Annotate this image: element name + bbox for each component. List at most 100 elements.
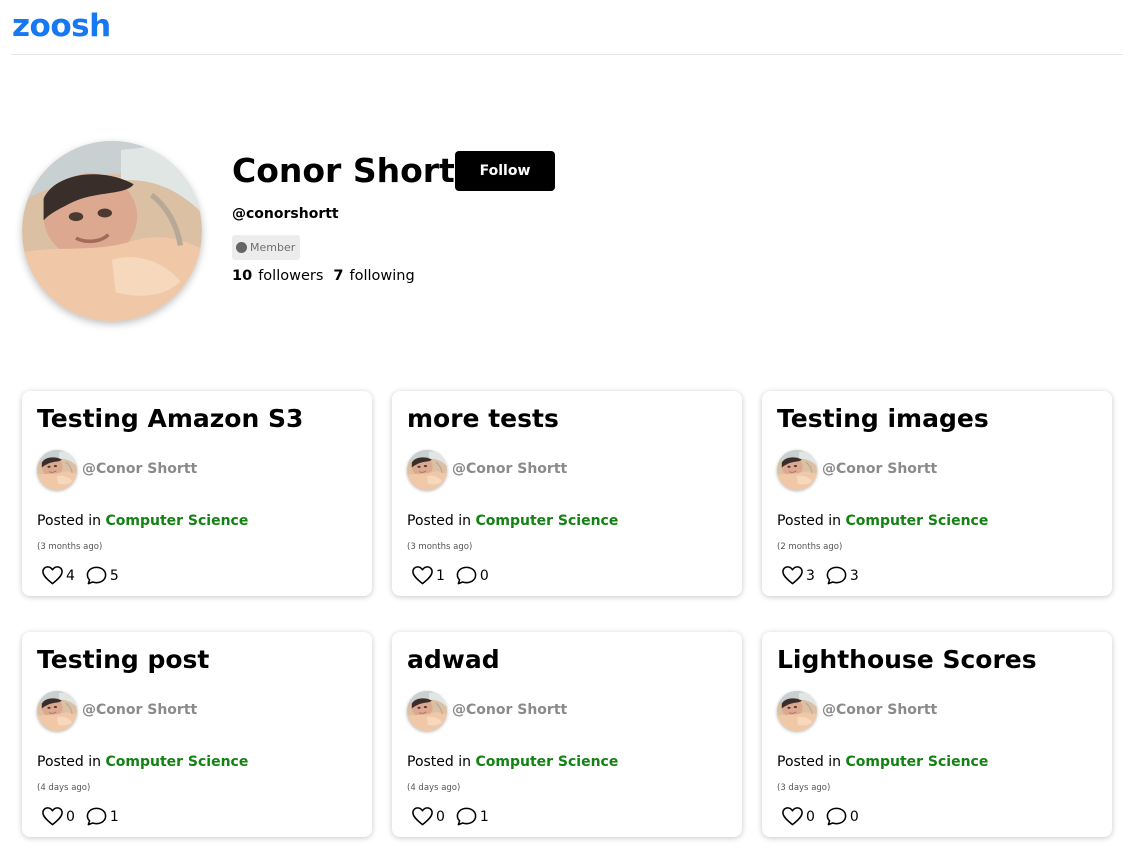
comment-count: 3 xyxy=(849,567,859,584)
post-author[interactable]: @Conor Shortt xyxy=(82,702,197,718)
top-header: zoosh xyxy=(11,0,1123,55)
zoosh-logo[interactable]: zoosh xyxy=(12,8,111,44)
like-button[interactable]: 1 xyxy=(411,564,445,587)
post-title[interactable]: adwad xyxy=(407,643,500,677)
post-card[interactable]: Lighthouse Scores @Conor Shortt Posted in … xyxy=(762,632,1112,837)
heart-icon xyxy=(781,564,804,587)
comment-bubble-icon xyxy=(825,805,848,828)
followers-count[interactable]: 10 xyxy=(232,268,252,284)
post-author[interactable]: @Conor Shortt xyxy=(822,461,937,477)
post-timestamp: (3 months ago) xyxy=(407,542,473,552)
like-count: 0 xyxy=(806,808,815,825)
like-button[interactable]: 0 xyxy=(411,805,445,828)
followers-label[interactable]: followers xyxy=(258,268,323,284)
post-timestamp: (2 months ago) xyxy=(777,542,843,552)
post-card[interactable]: Testing images @Conor Shortt Posted in Com… xyxy=(762,391,1112,596)
like-button[interactable]: 0 xyxy=(41,805,75,828)
post-actions: 33 xyxy=(781,564,859,587)
profile-avatar xyxy=(22,141,202,321)
profile-name: Conor Shortt xyxy=(232,151,471,190)
comment-button[interactable]: 1 xyxy=(455,805,489,828)
post-title[interactable]: Testing images xyxy=(777,402,989,436)
post-category-link[interactable]: Computer Science xyxy=(475,754,618,770)
following-count[interactable]: 7 xyxy=(333,268,343,284)
profile-handle: @conorshortt xyxy=(232,206,339,222)
post-category-line: Posted in Computer Science xyxy=(777,754,988,770)
post-card[interactable]: Testing Amazon S3 @Conor Shortt Posted in … xyxy=(22,391,372,596)
like-count: 3 xyxy=(806,567,815,584)
post-category-line: Posted in Computer Science xyxy=(37,513,248,529)
post-card[interactable]: more tests @Conor Shortt Posted in Compute… xyxy=(392,391,742,596)
comment-count: 0 xyxy=(479,567,489,584)
like-count: 0 xyxy=(66,808,75,825)
member-badge-label: Member xyxy=(250,241,296,254)
post-category-line: Posted in Computer Science xyxy=(37,754,248,770)
comment-button[interactable]: 0 xyxy=(825,805,859,828)
post-card[interactable]: Testing post @Conor Shortt Posted in Compu… xyxy=(22,632,372,837)
post-category-line: Posted in Computer Science xyxy=(777,513,988,529)
posted-in-label: Posted in xyxy=(37,513,102,529)
comment-bubble-icon xyxy=(85,805,108,828)
comment-bubble-icon xyxy=(825,564,848,587)
post-title[interactable]: more tests xyxy=(407,402,559,436)
comment-bubble-icon xyxy=(455,564,478,587)
dot-icon xyxy=(236,242,247,253)
posted-in-label: Posted in xyxy=(777,754,842,770)
comment-button[interactable]: 0 xyxy=(455,564,489,587)
comment-button[interactable]: 3 xyxy=(825,564,859,587)
posted-in-label: Posted in xyxy=(37,754,102,770)
post-category-link[interactable]: Computer Science xyxy=(845,513,988,529)
post-category-link[interactable]: Computer Science xyxy=(845,754,988,770)
post-actions: 45 xyxy=(41,564,119,587)
post-category-line: Posted in Computer Science xyxy=(407,513,618,529)
author-avatar[interactable] xyxy=(777,691,817,731)
post-title[interactable]: Testing post xyxy=(37,643,209,677)
post-category-link[interactable]: Computer Science xyxy=(105,754,248,770)
post-actions: 01 xyxy=(41,805,119,828)
post-timestamp: (4 days ago) xyxy=(37,783,91,793)
post-title[interactable]: Testing Amazon S3 xyxy=(37,402,303,436)
post-timestamp: (3 days ago) xyxy=(777,783,831,793)
like-button[interactable]: 0 xyxy=(781,805,815,828)
heart-icon xyxy=(781,805,804,828)
post-author[interactable]: @Conor Shortt xyxy=(822,702,937,718)
posted-in-label: Posted in xyxy=(777,513,842,529)
comment-count: 1 xyxy=(109,808,119,825)
member-badge: Member xyxy=(232,235,301,260)
like-button[interactable]: 4 xyxy=(41,564,75,587)
like-button[interactable]: 3 xyxy=(781,564,815,587)
comment-bubble-icon xyxy=(455,805,478,828)
like-count: 0 xyxy=(436,808,445,825)
post-title[interactable]: Lighthouse Scores xyxy=(777,643,1037,677)
following-label[interactable]: following xyxy=(349,268,414,284)
like-count: 1 xyxy=(436,567,445,584)
post-card[interactable]: adwad @Conor Shortt Posted in Computer Sci… xyxy=(392,632,742,837)
post-category-link[interactable]: Computer Science xyxy=(105,513,248,529)
post-author[interactable]: @Conor Shortt xyxy=(82,461,197,477)
comment-count: 1 xyxy=(479,808,489,825)
post-category-line: Posted in Computer Science xyxy=(407,754,618,770)
heart-icon xyxy=(411,805,434,828)
post-actions: 10 xyxy=(411,564,489,587)
author-avatar[interactable] xyxy=(407,450,447,490)
comment-button[interactable]: 1 xyxy=(85,805,119,828)
author-avatar[interactable] xyxy=(37,691,77,731)
comment-button[interactable]: 5 xyxy=(85,564,119,587)
heart-icon xyxy=(411,564,434,587)
post-actions: 00 xyxy=(781,805,859,828)
follow-button[interactable]: Follow xyxy=(455,151,555,191)
heart-icon xyxy=(41,564,64,587)
post-timestamp: (3 months ago) xyxy=(37,542,103,552)
author-avatar[interactable] xyxy=(37,450,77,490)
post-timestamp: (4 days ago) xyxy=(407,783,461,793)
like-count: 4 xyxy=(66,567,75,584)
post-actions: 01 xyxy=(411,805,489,828)
post-category-link[interactable]: Computer Science xyxy=(475,513,618,529)
posted-in-label: Posted in xyxy=(407,513,472,529)
author-avatar[interactable] xyxy=(777,450,817,490)
comment-count: 0 xyxy=(849,808,859,825)
profile-stats: 10 followers 7 following xyxy=(232,268,415,284)
post-author[interactable]: @Conor Shortt xyxy=(452,461,567,477)
post-author[interactable]: @Conor Shortt xyxy=(452,702,567,718)
author-avatar[interactable] xyxy=(407,691,447,731)
